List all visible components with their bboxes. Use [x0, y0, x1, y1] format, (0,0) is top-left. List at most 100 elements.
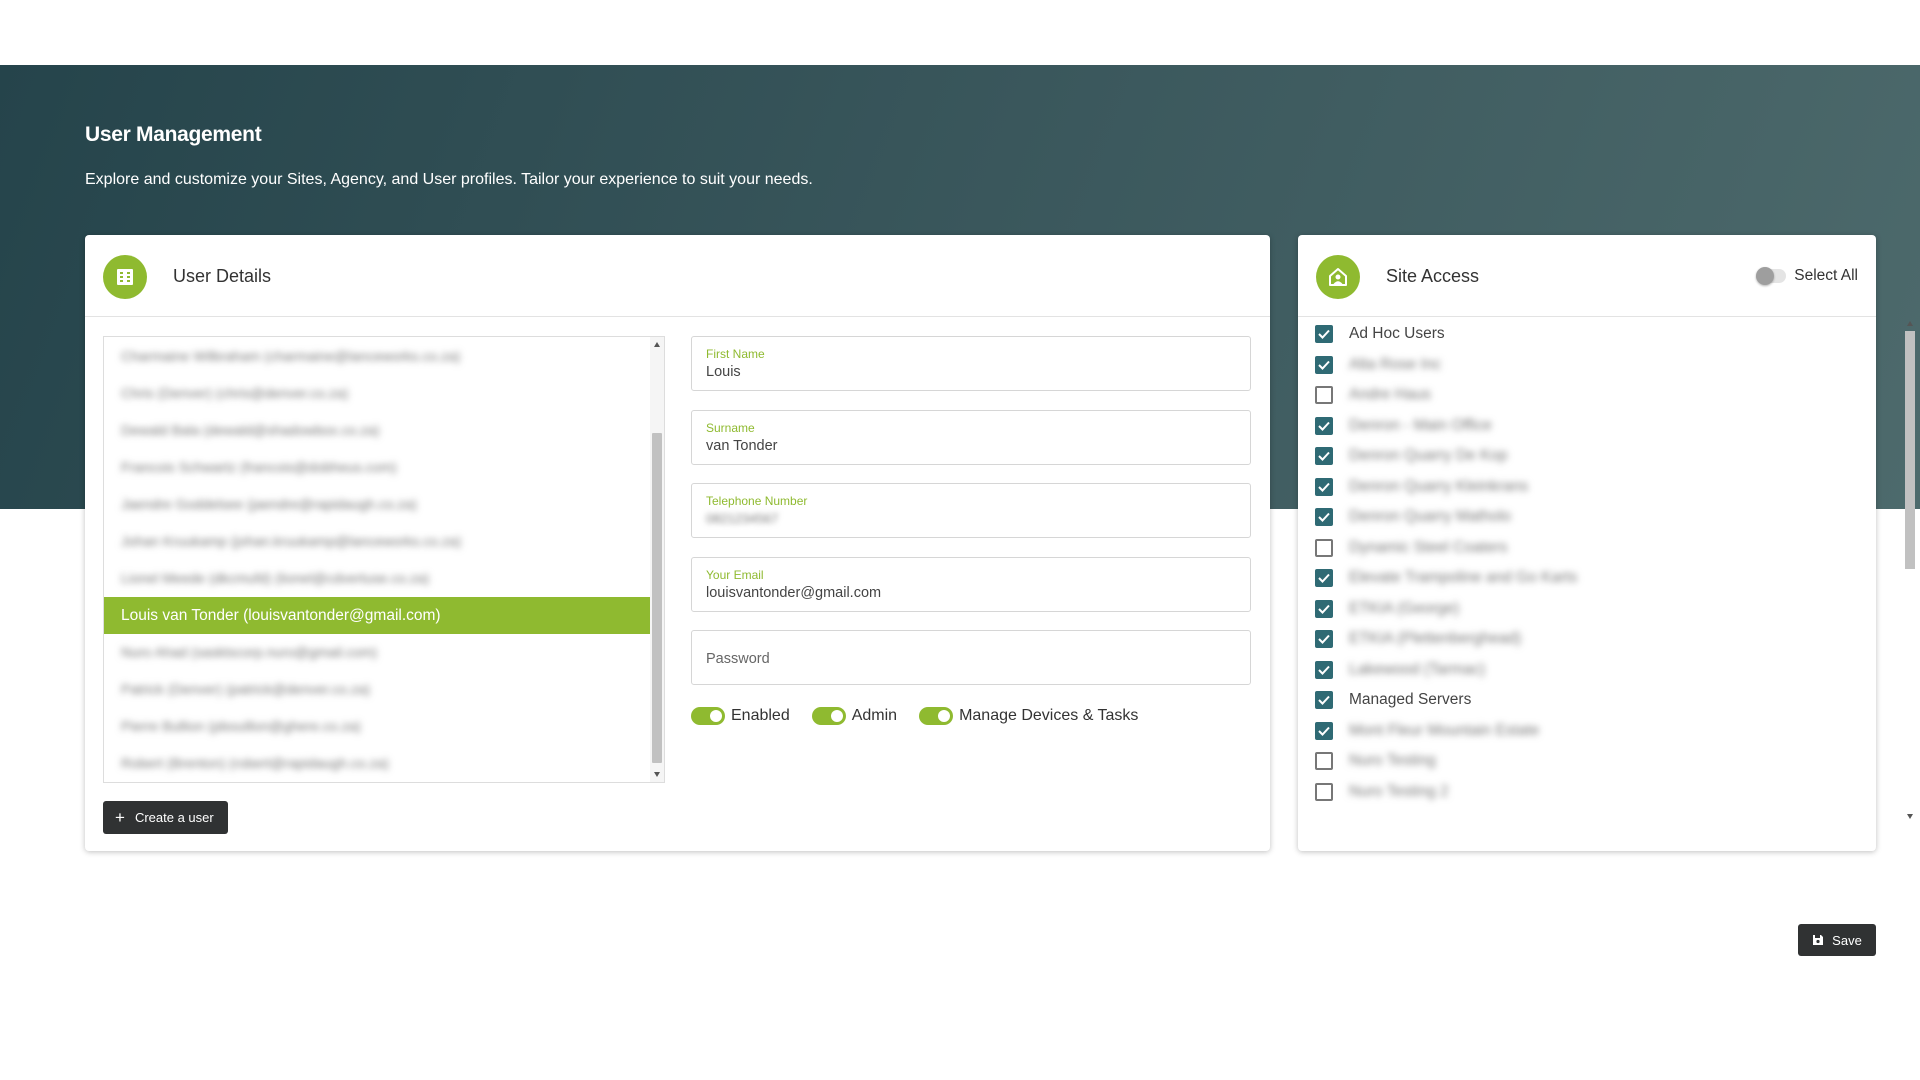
user-details-title: User Details [173, 266, 272, 286]
plus-icon: + [115, 808, 125, 827]
page-subtitle: Explore and customize your Sites, Agency… [85, 171, 813, 188]
site-access-item[interactable]: Denron Quarry Matholo [1315, 505, 1511, 529]
site-access-item-label: Denron Quarry Matholo [1349, 508, 1511, 525]
save-label: Save [1832, 932, 1862, 948]
site-access-item-label: ETKIA (Plettenberghead) [1349, 630, 1522, 647]
scroll-down-arrow-icon[interactable] [654, 772, 660, 777]
enabled-toggle[interactable]: Enabled [691, 707, 790, 725]
scroll-up-arrow-icon[interactable] [654, 342, 660, 347]
site-access-item[interactable]: Lakewood (Tarmac) [1315, 658, 1485, 682]
user-list-item[interactable]: Nuro Ahad (sasktscorp.nuro@gmail.com) [104, 634, 650, 671]
site-access-card: Site Access Select All Ad Hoc Users Alta … [1298, 235, 1876, 851]
checkbox-checked-icon[interactable] [1315, 447, 1333, 465]
user-details-header: User Details [85, 235, 1270, 317]
telephone-value: 0821234567 [706, 511, 779, 526]
user-list-item[interactable]: Louis van Tonder (louisvantonder@gmail.c… [104, 597, 650, 634]
user-list-item[interactable]: Francois Schwartz (francois@dobheus.com) [104, 449, 650, 486]
email-label: Your Email [706, 568, 764, 582]
scrollbar-thumb[interactable] [1905, 331, 1915, 569]
user-list-item[interactable]: Dewald Bala (dewald@shadowbox.co.za) [104, 412, 650, 449]
checkbox-checked-icon[interactable] [1315, 599, 1333, 618]
site-access-item-label: ETKIA (George) [1349, 599, 1460, 617]
checkbox-checked-icon[interactable] [1315, 355, 1333, 374]
user-list-item[interactable]: Chris (Denver) (chris@denver.co.za) [104, 375, 650, 412]
select-all-label: Select All [1794, 267, 1858, 284]
user-list-item[interactable]: Patrick (Denver) (patrick@denver.co.za) [104, 671, 650, 708]
site-access-item[interactable]: ETKIA (George) [1315, 597, 1459, 621]
checkbox-unchecked-icon[interactable] [1315, 538, 1333, 557]
user-list-item[interactable]: Robert (Brenton) (robert@rapidaugh.co.za… [104, 745, 650, 782]
checkbox-unchecked-icon[interactable] [1315, 386, 1333, 404]
admin-toggle[interactable]: Admin [811, 707, 897, 725]
checkbox-checked-icon[interactable] [1315, 508, 1333, 526]
telephone-field[interactable]: Telephone Number 0821234567 [691, 483, 1251, 538]
toggle-switch[interactable] [691, 707, 725, 725]
toggle-switch[interactable] [1756, 267, 1787, 285]
first-name-field[interactable]: First Name Louis [691, 336, 1251, 391]
first-name-value: Louis [706, 364, 741, 380]
telephone-label: Telephone Number [706, 494, 808, 508]
user-list-item[interactable]: Johan Kruukamp (johan.kruukamp@lancework… [104, 523, 650, 560]
checkbox-checked-icon[interactable] [1315, 569, 1333, 587]
site-access-item[interactable]: Nuro Testing 2 [1315, 780, 1449, 804]
site-access-item[interactable]: Denron Quarry De Kop [1315, 444, 1508, 468]
checkbox-checked-icon[interactable] [1315, 721, 1333, 740]
user-list-item-label: Francois Schwartz (francois@dobheus.com) [121, 459, 397, 475]
site-access-item[interactable]: Denron - Main Office [1315, 414, 1492, 438]
user-list-scrollbar[interactable] [650, 337, 664, 782]
site-access-item-label: Elevate Trampoline and Go Karts [1349, 569, 1578, 586]
checkbox-checked-icon[interactable] [1315, 691, 1333, 709]
user-list-item-label: Jaendre Goddelsee (jaendre@rapidaugh.co.… [121, 496, 417, 512]
toggle-switch[interactable] [919, 707, 954, 725]
user-list-item-label: Chris (Denver) (chris@denver.co.za) [121, 385, 349, 401]
password-placeholder: Password [706, 651, 770, 667]
user-list-item[interactable]: Jaendre Goddelsee (jaendre@rapidaugh.co.… [104, 486, 650, 523]
permission-toggles: Enabled Admin Manage Devices & Tasks [691, 707, 1160, 725]
site-access-item[interactable]: Elevate Trampoline and Go Karts [1315, 566, 1577, 590]
site-access-item[interactable]: ETKIA (Plettenberghead) [1315, 627, 1521, 651]
checkbox-checked-icon[interactable] [1315, 477, 1333, 496]
scrollbar-thumb[interactable] [652, 433, 662, 763]
user-list-item[interactable]: Pierre Bullion (pbouillon@ghere.co.za) [104, 708, 650, 745]
site-access-item[interactable]: Alta Rose Inc [1315, 353, 1441, 377]
scroll-up-arrow-icon[interactable] [1907, 321, 1913, 326]
site-access-item-label: Ad Hoc Users [1349, 325, 1445, 342]
user-list-item[interactable]: Charmaine Wilbraham (charmaine@lancework… [104, 338, 650, 375]
site-list-scrollbar[interactable] [1904, 319, 1916, 821]
scroll-down-arrow-icon[interactable] [1907, 814, 1913, 819]
site-access-item[interactable]: Nuro Testing [1315, 749, 1436, 773]
checkbox-checked-icon[interactable] [1315, 630, 1333, 648]
user-list-item-label: Pierre Bullion (pbouillon@ghere.co.za) [121, 718, 361, 734]
password-field[interactable]: Password [691, 630, 1251, 685]
site-access-item[interactable]: Ad Hoc Users [1315, 322, 1445, 346]
site-access-item-label: Alta Rose Inc [1349, 355, 1442, 373]
checkbox-checked-icon[interactable] [1315, 416, 1333, 435]
create-user-button[interactable]: + Create a user [103, 801, 228, 834]
site-access-item[interactable]: Andre Haus [1315, 383, 1431, 407]
checkbox-unchecked-icon[interactable] [1315, 752, 1333, 770]
manage-devices-toggle-label: Manage Devices & Tasks [959, 707, 1139, 724]
email-field[interactable]: Your Email louisvantonder@gmail.com [691, 557, 1251, 612]
surname-field[interactable]: Surname van Tonder [691, 410, 1251, 465]
page-title: User Management [85, 123, 262, 146]
user-list-item-label: Nuro Ahad (sasktscorp.nuro@gmail.com) [121, 644, 378, 660]
toggle-switch[interactable] [811, 707, 846, 725]
save-button[interactable]: Save [1798, 924, 1876, 956]
site-access-item[interactable]: Dynamic Steel Coaters [1315, 536, 1508, 560]
select-all-toggle[interactable]: Select All [1756, 267, 1858, 285]
manage-devices-toggle[interactable]: Manage Devices & Tasks [919, 707, 1138, 725]
site-access-item[interactable]: Mont Fleur Mountain Estate [1315, 719, 1539, 743]
site-access-item-label: Dynamic Steel Coaters [1349, 538, 1508, 556]
checkbox-checked-icon[interactable] [1315, 325, 1333, 343]
user-list-item-label: Robert (Brenton) (robert@rapidaugh.co.za… [121, 755, 389, 771]
surname-label: Surname [706, 421, 755, 435]
user-list[interactable]: Charmaine Wilbraham (charmaine@lancework… [103, 336, 665, 783]
site-access-item[interactable]: Managed Servers [1315, 688, 1471, 712]
site-access-title: Site Access [1386, 266, 1480, 286]
checkbox-unchecked-icon[interactable] [1315, 782, 1333, 801]
site-access-item-label: Denron Quarry De Kop [1349, 447, 1508, 464]
user-list-item-label: Charmaine Wilbraham (charmaine@lancework… [121, 348, 461, 364]
site-access-item[interactable]: Denron Quarry Kleinkrans [1315, 475, 1528, 499]
checkbox-checked-icon[interactable] [1315, 660, 1333, 679]
user-list-item[interactable]: Lionel Meede (dkcmufd) (lionel@cdvertuse… [104, 560, 650, 597]
